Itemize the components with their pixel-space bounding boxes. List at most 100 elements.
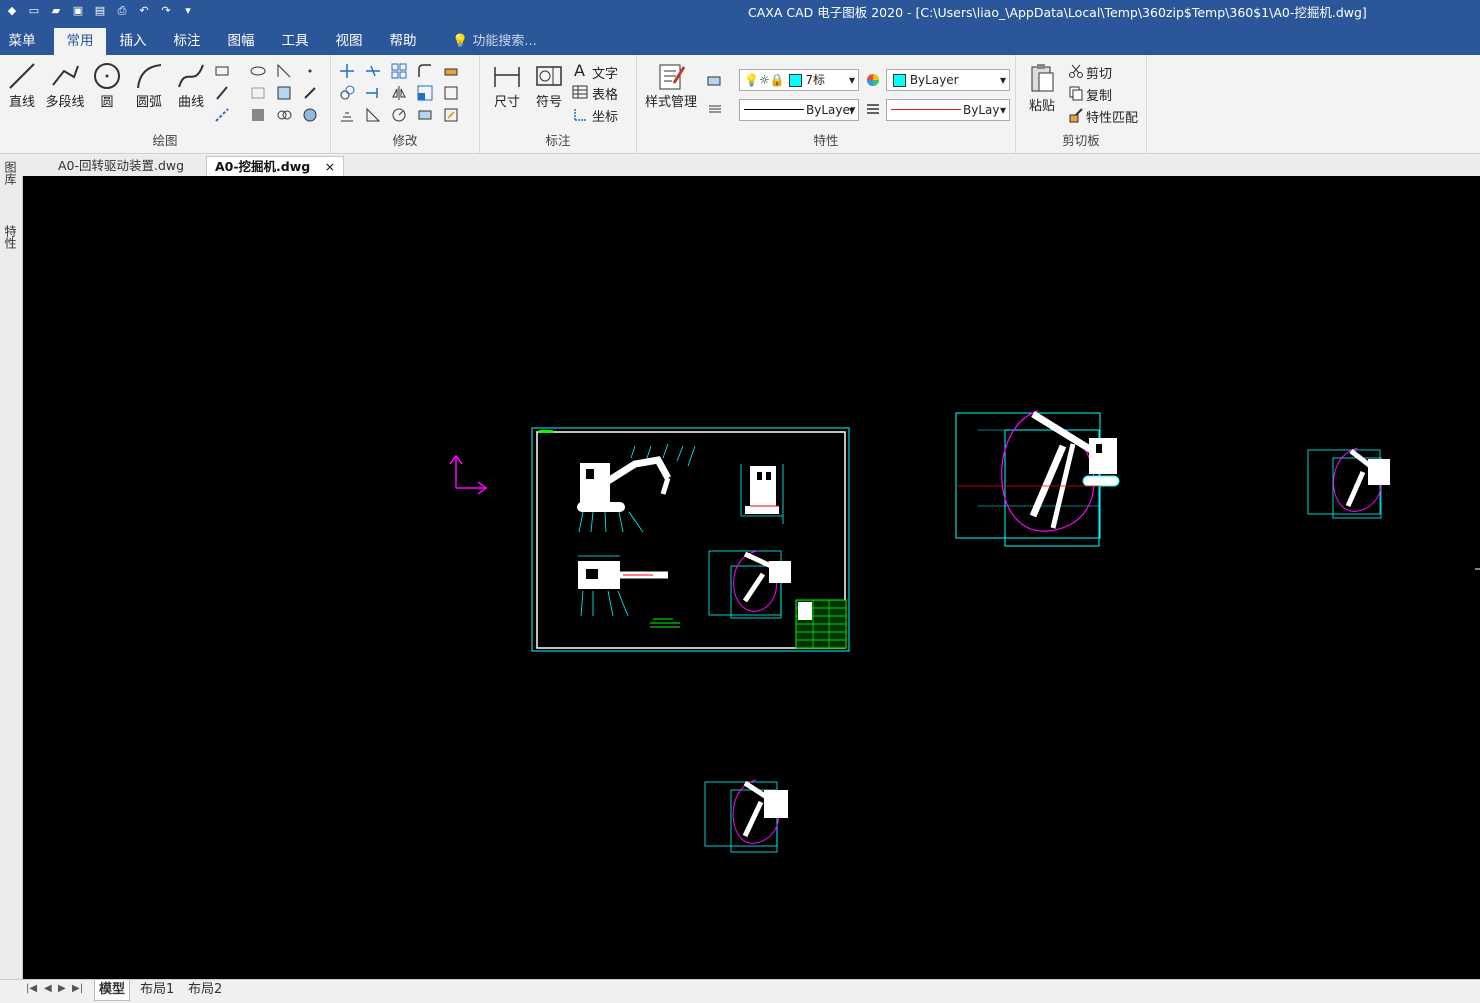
lightbulb-icon: 💡: [744, 73, 759, 87]
cut-button[interactable]: 剪切: [1086, 63, 1112, 82]
linetype-icon[interactable]: [707, 101, 723, 117]
angle-line-icon[interactable]: [276, 63, 292, 79]
table-icon[interactable]: [572, 84, 588, 100]
ellipse-icon[interactable]: [250, 63, 266, 79]
dimension-button[interactable]: 尺寸: [490, 61, 524, 110]
close-icon[interactable]: ×: [325, 159, 335, 174]
symbol-button[interactable]: 符号: [532, 61, 566, 110]
centerline-icon[interactable]: [214, 107, 230, 123]
excavator-range-diagram-bottom: [704, 779, 788, 853]
hatch-icon[interactable]: [250, 85, 266, 101]
curve-label: 曲线: [177, 95, 204, 110]
paste-button[interactable]: 粘贴: [1024, 61, 1060, 114]
lineweight-select[interactable]: ByLay ▾: [886, 99, 1010, 121]
line-button[interactable]: 直线: [6, 61, 38, 110]
modify-group-label: 修改: [392, 133, 418, 148]
open-file-icon[interactable]: ▰: [48, 4, 64, 18]
app-icon[interactable]: ◆: [4, 4, 20, 18]
tab-view[interactable]: 视图: [326, 28, 372, 55]
tab-insert[interactable]: 插入: [110, 28, 156, 55]
linetype-select[interactable]: ByLayer ▾: [739, 99, 859, 121]
draw-group: 直线 多段线 圆 圆弧 曲线 绘图: [0, 55, 331, 153]
properties-group: 样式管理 💡☼🔒 7标 ▾ ByLayer ▾ ByLayer ▾ ByLay …: [637, 55, 1016, 153]
clipboard-group: 粘贴 剪切 复制 特性匹配 剪切板: [1016, 55, 1147, 153]
circle-icon: [94, 63, 120, 89]
new-file-icon[interactable]: ▭: [26, 4, 42, 18]
feature-search[interactable]: 💡 功能搜索...: [452, 28, 537, 55]
last-tab-icon[interactable]: ▶|: [72, 983, 83, 994]
undo-icon[interactable]: ↶: [136, 4, 152, 18]
tab-tools[interactable]: 工具: [272, 28, 318, 55]
rectangle-icon[interactable]: [214, 63, 230, 79]
pick-icon[interactable]: [302, 85, 318, 101]
tab-layout1[interactable]: 布局1: [136, 980, 178, 1000]
block-icon[interactable]: [276, 85, 292, 101]
excavator-top-view: [578, 555, 680, 628]
copy-button[interactable]: 复制: [1086, 85, 1112, 104]
edit-icon[interactable]: [443, 107, 459, 123]
region-icon[interactable]: [250, 107, 266, 123]
arc-button[interactable]: 圆弧: [132, 61, 166, 110]
copy-object-icon[interactable]: [339, 85, 355, 101]
move-icon[interactable]: [339, 63, 355, 79]
save-as-icon[interactable]: ▤: [92, 4, 108, 18]
style-manager-icon: [659, 64, 686, 90]
coordinate-button[interactable]: 坐标: [592, 106, 618, 125]
save-icon[interactable]: ▣: [70, 4, 86, 18]
properties-tab[interactable]: 特性: [3, 225, 19, 249]
cloud-icon[interactable]: [276, 107, 292, 123]
layer-manager-icon[interactable]: [707, 71, 723, 87]
break-icon[interactable]: [417, 107, 433, 123]
tab-home[interactable]: 常用: [54, 28, 106, 55]
drawing-sheet: [531, 427, 850, 652]
tab-sheet[interactable]: 图幅: [218, 28, 264, 55]
point-icon[interactable]: [302, 63, 318, 79]
tab-help[interactable]: 帮助: [380, 28, 426, 55]
coordinate-icon[interactable]: [572, 106, 588, 122]
layer-select[interactable]: 💡☼🔒 7标 ▾: [739, 69, 859, 91]
eraser-icon[interactable]: [443, 63, 459, 79]
rotate-icon[interactable]: [391, 107, 407, 123]
doc-tab-excavator[interactable]: A0-挖掘机.dwg ×: [206, 156, 345, 177]
color-wheel-icon[interactable]: [865, 72, 881, 88]
clipboard-group-label: 剪切板: [1062, 133, 1100, 148]
curve-button[interactable]: 曲线: [174, 61, 208, 110]
lineweight-icon[interactable]: [865, 101, 881, 117]
array-icon[interactable]: [391, 63, 407, 79]
style-manager-button[interactable]: 样式管理: [641, 61, 701, 110]
table-button[interactable]: 表格: [592, 84, 618, 103]
gradient-icon[interactable]: [302, 107, 318, 123]
library-tab[interactable]: 图库: [3, 161, 19, 185]
extend-icon[interactable]: [365, 85, 381, 101]
copy-icon[interactable]: [1068, 85, 1084, 101]
explode-icon[interactable]: [443, 85, 459, 101]
customize-icon[interactable]: ▾: [180, 4, 196, 18]
trim-icon[interactable]: [365, 63, 381, 79]
print-icon[interactable]: ⎙: [114, 4, 130, 18]
scale-icon[interactable]: [417, 85, 433, 101]
parallel-line-icon[interactable]: [214, 85, 230, 101]
match-properties-icon[interactable]: [1068, 107, 1084, 123]
mirror-icon[interactable]: [391, 85, 407, 101]
prev-tab-icon[interactable]: ◀: [44, 983, 52, 994]
scissors-icon[interactable]: [1068, 63, 1084, 79]
next-tab-icon[interactable]: ▶: [58, 983, 66, 994]
doc-tab-rotary-drive[interactable]: A0-回转驱动装置.dwg: [50, 156, 192, 176]
polyline-button[interactable]: 多段线: [42, 61, 88, 110]
tab-model[interactable]: 模型: [94, 980, 131, 1001]
line-label: 直线: [8, 95, 35, 110]
circle-button[interactable]: 圆: [90, 61, 124, 110]
stretch-icon[interactable]: [365, 107, 381, 123]
match-properties-button[interactable]: 特性匹配: [1086, 107, 1138, 126]
menu-main[interactable]: 菜单: [0, 28, 44, 55]
fillet-icon[interactable]: [417, 63, 433, 79]
drawing-canvas[interactable]: [23, 176, 1480, 979]
tab-layout2[interactable]: 布局2: [184, 980, 226, 1000]
first-tab-icon[interactable]: |◀: [26, 983, 37, 994]
tab-annotate[interactable]: 标注: [164, 28, 210, 55]
text-icon[interactable]: A: [574, 61, 585, 80]
color-select[interactable]: ByLayer ▾: [886, 69, 1010, 91]
redo-icon[interactable]: ↷: [158, 4, 174, 18]
offset-icon[interactable]: [339, 107, 355, 123]
text-button[interactable]: 文字: [592, 63, 618, 82]
